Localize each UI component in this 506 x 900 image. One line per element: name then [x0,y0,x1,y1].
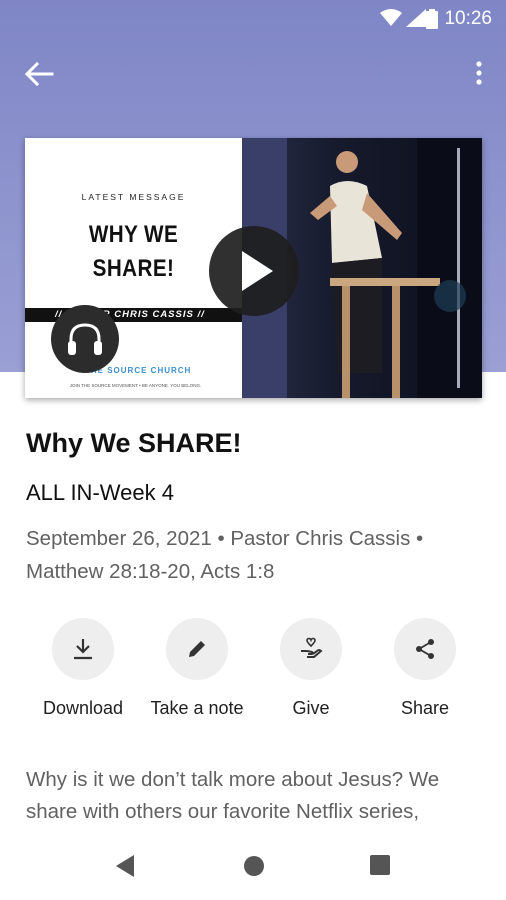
description-line: Why is it we don’t talk more about Jesus… [26,768,440,791]
wifi-icon [380,9,402,26]
status-time: 10:26 [444,8,492,29]
share-button[interactable]: Share [365,618,485,719]
play-button[interactable] [209,226,299,316]
pencil-icon [189,641,205,657]
play-icon [242,251,273,291]
nav-back-icon[interactable] [114,854,136,878]
battery-icon [426,9,438,29]
give-icon [301,637,323,658]
back-arrow-icon[interactable] [22,60,56,88]
signal-icon [406,9,426,27]
audio-button[interactable] [51,305,119,373]
more-vert-icon[interactable] [472,60,486,88]
sermon-meta: September 26, 2021 • Pastor Chris Cassis… [26,522,486,588]
meta-scripture: Matthew 28:18-20, Acts 1:8 [26,560,275,583]
share-label: Share [400,698,450,718]
app-bar [0,52,506,96]
download-icon [74,639,92,660]
series-name: ALL IN-Week 4 [26,480,174,505]
download-label: Download [42,698,124,718]
download-circle [52,618,114,680]
give-button[interactable]: Give [251,618,371,719]
latest-message-label: LATEST MESSAGE [81,192,186,202]
action-row: Download Take a note Give Share [0,618,506,728]
give-label: Give [292,698,330,718]
nav-recents-icon[interactable] [370,855,390,875]
status-bar: 10:26 [0,0,506,36]
meta-date-speaker: September 26, 2021 • Pastor Chris Cassis… [26,527,424,550]
sermon-description: Why is it we don’t talk more about Jesus… [26,764,486,828]
system-nav-bar [0,830,506,900]
share-icon [416,639,434,659]
note-circle [166,618,228,680]
take-a-note-button[interactable]: Take a note [137,618,257,719]
take-a-note-label: Take a note [150,698,244,718]
sermon-title: Why We SHARE! [26,428,242,458]
download-button[interactable]: Download [23,618,143,719]
headphones-icon [68,323,102,355]
give-circle [280,618,342,680]
thumbnail-tagline: JOIN THE SOURCE MOVEMENT • BE ANYONE. YO… [69,383,202,388]
description-line: share with others our favorite Netflix s… [26,800,420,823]
thumbnail-title: WHY WE SHARE! [88,221,179,282]
nav-home-icon[interactable] [243,855,265,877]
share-circle [394,618,456,680]
